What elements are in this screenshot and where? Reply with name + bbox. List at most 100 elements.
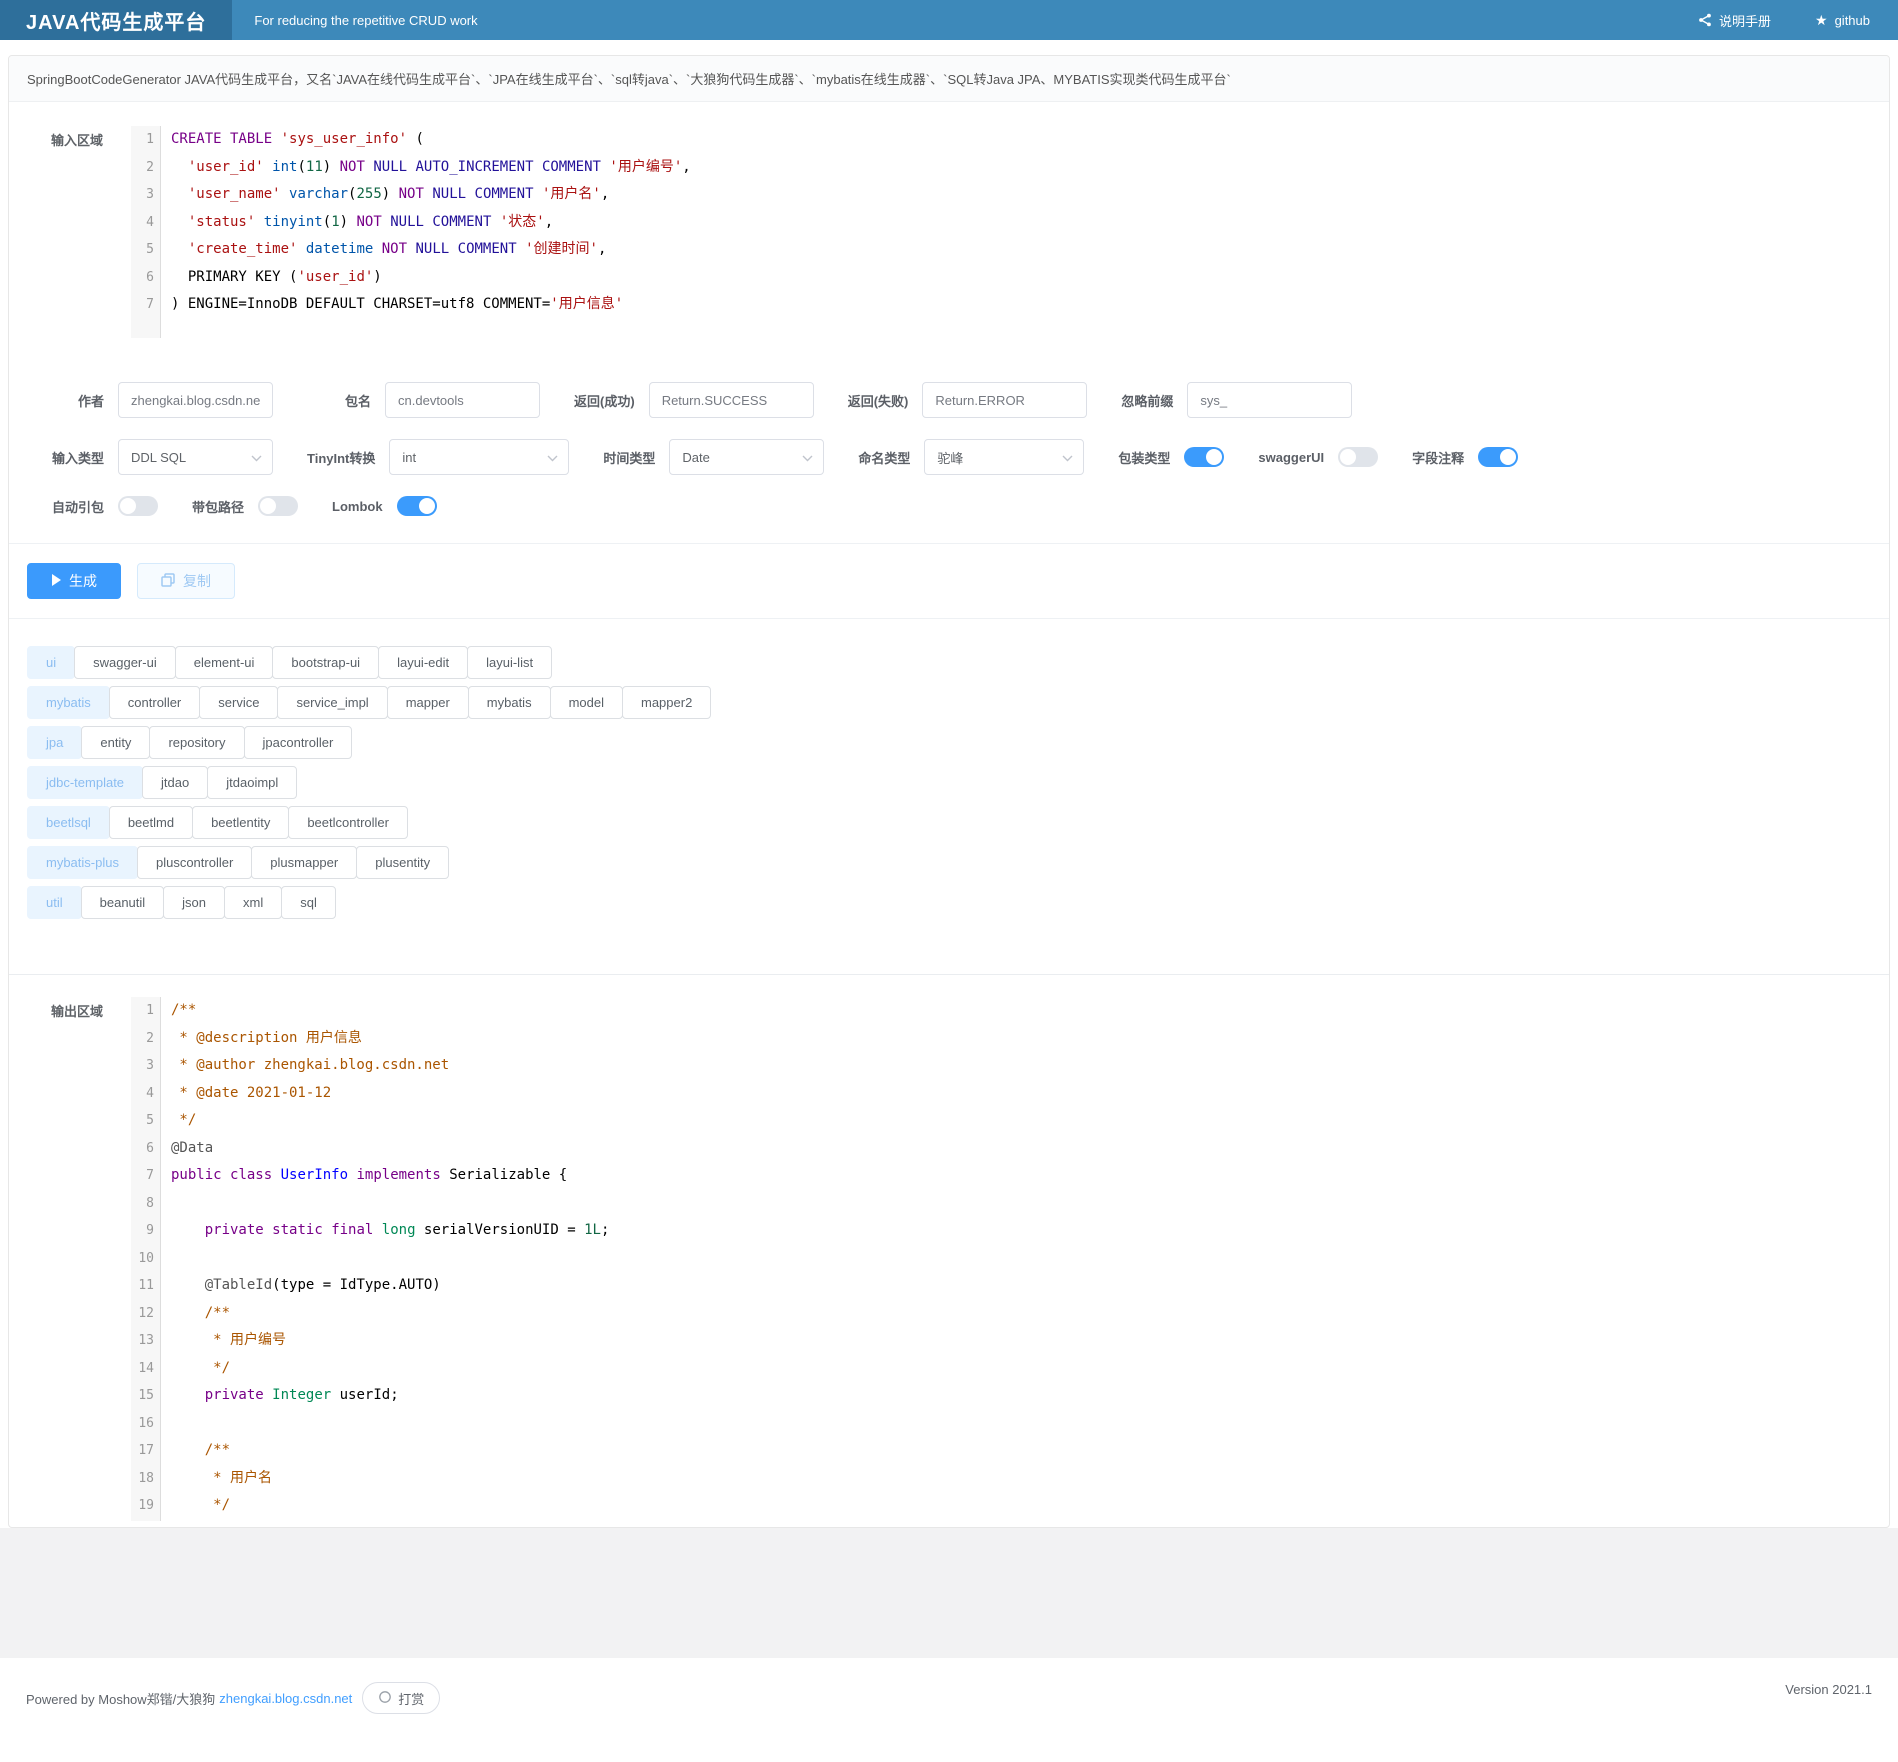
tab-jtdao[interactable]: jtdao [142,766,208,799]
wrapper-type-toggle[interactable] [1184,447,1224,467]
form-row-selects-toggles: 输入类型DDL SQLTinyInt转换int时间类型Date命名类型驼峰包装类… [19,439,1889,475]
app-title: JAVA代码生成平台 [0,0,232,40]
tab-group-util[interactable]: util [27,886,82,919]
tab-beetlentity[interactable]: beetlentity [192,806,289,839]
swagger-ui-toggle[interactable] [1338,447,1378,467]
line-number: 2 [131,1025,154,1053]
line-number: 2 [131,154,154,182]
toggle-knob [260,498,276,514]
action-button-row: 生成 复制 [9,543,1889,619]
toggle-knob [1206,449,1222,465]
field-label: Lombok [332,499,383,514]
tab-row-mybatis-plus: mybatis-pluspluscontrollerplusmapperplus… [27,846,1889,879]
tab-plusmapper[interactable]: plusmapper [251,846,357,879]
code-line: */ [171,1355,1867,1383]
package-input[interactable] [385,382,540,418]
tab-pluscontroller[interactable]: pluscontroller [137,846,252,879]
auto-import-toggle-group: 自动引包 [19,496,158,516]
field-label: 作者 [19,391,104,410]
tab-row-mybatis: mybatiscontrollerserviceservice_implmapp… [27,686,1889,719]
tab-layui-edit[interactable]: layui-edit [378,646,468,679]
tab-beanutil[interactable]: beanutil [81,886,165,919]
options-form: 作者包名返回(成功)返回(失败)忽略前缀 输入类型DDL SQLTinyInt转… [9,338,1889,516]
tab-xml[interactable]: xml [224,886,282,919]
author-input[interactable] [118,382,273,418]
copy-icon [161,573,175,590]
tab-entity[interactable]: entity [81,726,150,759]
line-number: 7 [131,1162,154,1190]
ignore-prefix-input[interactable] [1187,382,1352,418]
line-number: 4 [131,1080,154,1108]
line-number: 18 [131,1465,154,1493]
tab-jpacontroller[interactable]: jpacontroller [244,726,353,759]
template-tabs: uiswagger-uielement-uibootstrap-uilayui-… [9,619,1889,940]
tab-sql[interactable]: sql [281,886,336,919]
field-label: 包装类型 [1118,448,1170,467]
tab-layui-list[interactable]: layui-list [467,646,552,679]
tab-group-mybatis-plus[interactable]: mybatis-plus [27,846,138,879]
package-path-toggle[interactable] [258,496,298,516]
donate-button[interactable]: 打赏 [362,1682,440,1714]
copy-button[interactable]: 复制 [137,563,235,599]
tab-repository[interactable]: repository [149,726,244,759]
chevron-down-icon [251,450,262,465]
tab-jtdaoimpl[interactable]: jtdaoimpl [207,766,297,799]
naming-type-select[interactable]: 驼峰 [924,439,1084,475]
tab-group-beetlsql[interactable]: beetlsql [27,806,110,839]
line-number: 16 [131,1410,154,1438]
donate-icon [378,1690,392,1707]
tab-mapper[interactable]: mapper [387,686,469,719]
field-comment-toggle-group: 字段注释 [1412,447,1518,467]
field-label: 返回(成功) [574,391,635,410]
field-label: 输入类型 [19,448,104,467]
tinyint-convert-select[interactable]: int [389,439,569,475]
line-number: 4 [131,209,154,237]
tab-bootstrap-ui[interactable]: bootstrap-ui [272,646,379,679]
tab-mapper2[interactable]: mapper2 [622,686,711,719]
tab-json[interactable]: json [163,886,225,919]
line-number: 17 [131,1437,154,1465]
tab-model[interactable]: model [550,686,623,719]
input-section: 输入区域 1234567CREATE TABLE 'sys_user_info'… [9,102,1889,338]
blog-link[interactable]: zhengkai.blog.csdn.net [219,1691,352,1706]
code-line: */ [171,1492,1867,1520]
code-line [171,1410,1867,1438]
input-type-select[interactable]: DDL SQL [118,439,273,475]
app-description: SpringBootCodeGenerator JAVA代码生成平台，又名`JA… [9,56,1889,102]
lombok-toggle[interactable] [397,496,437,516]
swagger-ui-toggle-group: swaggerUI [1258,447,1378,467]
code-line: * 用户编号 [171,1327,1867,1355]
tab-beetlcontroller[interactable]: beetlcontroller [288,806,408,839]
code-line: * 用户名 [171,1465,1867,1493]
generate-button[interactable]: 生成 [27,563,121,599]
return-success-input[interactable] [649,382,814,418]
code-line: 'status' tinyint(1) NOT NULL COMMENT '状态… [171,209,1867,237]
tab-swagger-ui[interactable]: swagger-ui [74,646,176,679]
field-comment-toggle[interactable] [1478,447,1518,467]
chevron-down-icon [547,450,558,465]
tab-group-ui[interactable]: ui [27,646,75,679]
tab-plusentity[interactable]: plusentity [356,846,449,879]
code-line: 'user_name' varchar(255) NOT NULL COMMEN… [171,181,1867,209]
tab-service_impl[interactable]: service_impl [277,686,387,719]
tab-group-mybatis[interactable]: mybatis [27,686,110,719]
line-number: 1 [131,997,154,1025]
github-link[interactable]: ★ github [1815,13,1870,28]
field-label: 命名类型 [858,448,910,467]
line-number: 1 [131,126,154,154]
tab-element-ui[interactable]: element-ui [175,646,274,679]
tab-service[interactable]: service [199,686,278,719]
chevron-down-icon [1062,450,1073,465]
ignore-prefix-input-group: 忽略前缀 [1121,382,1352,418]
tab-group-jpa[interactable]: jpa [27,726,82,759]
sql-input-editor[interactable]: 1234567CREATE TABLE 'sys_user_info' ( 'u… [131,126,1867,338]
tab-group-jdbc-template[interactable]: jdbc-template [27,766,143,799]
tab-mybatis[interactable]: mybatis [468,686,551,719]
java-output-editor[interactable]: 12345678910111213141516171819/** * @desc… [131,997,1867,1521]
time-type-select[interactable]: Date [669,439,824,475]
manual-link[interactable]: 说明手册 [1698,11,1771,30]
tab-beetlmd[interactable]: beetlmd [109,806,193,839]
tab-controller[interactable]: controller [109,686,200,719]
return-error-input[interactable] [922,382,1087,418]
auto-import-toggle[interactable] [118,496,158,516]
